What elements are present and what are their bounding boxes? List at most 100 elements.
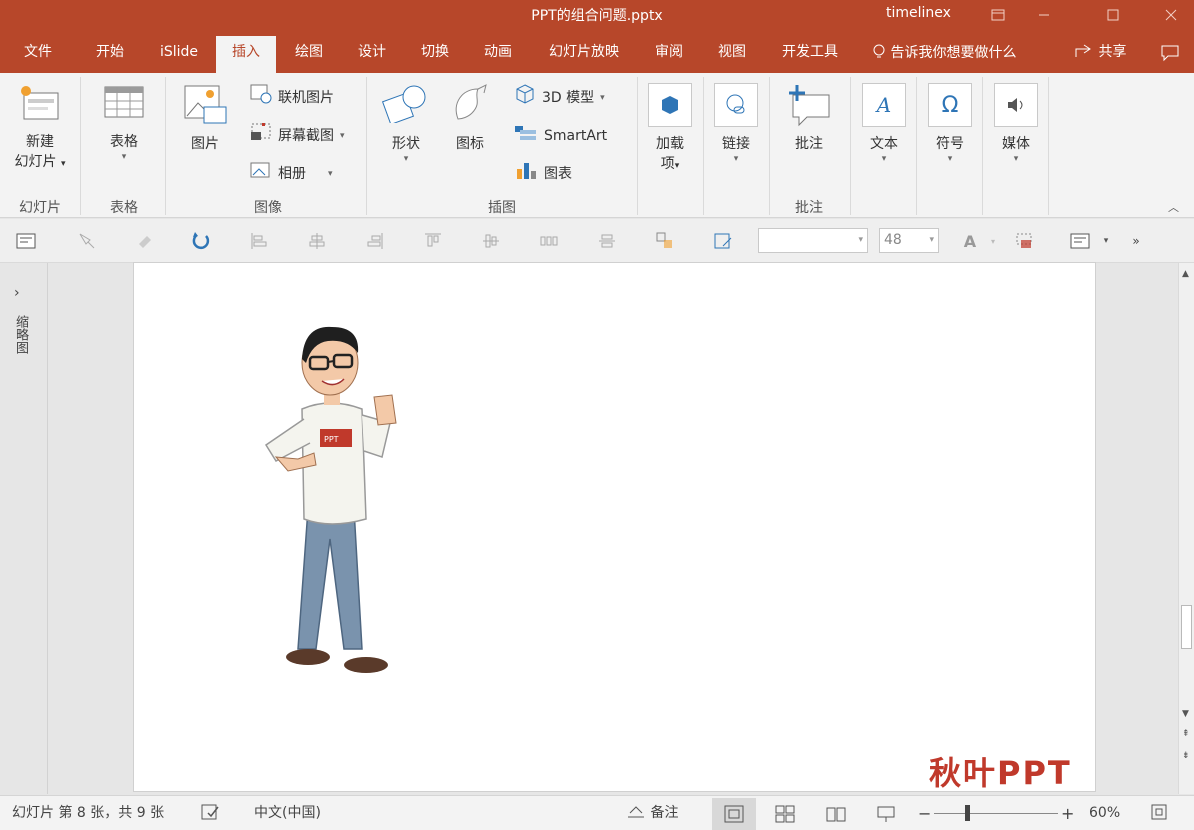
- vertical-scrollbar[interactable]: ▲ ▼ ⇞ ⇟: [1178, 263, 1194, 794]
- symbol-button[interactable]: Ω 符号 ▾: [924, 83, 976, 165]
- scroll-thumb[interactable]: [1181, 605, 1192, 649]
- slide-canvas-area: PPT 秋叶PPT: [49, 263, 1178, 794]
- slideshow-view-button[interactable]: [864, 798, 908, 830]
- slide-sorter-view-button[interactable]: [763, 798, 807, 830]
- comment-button[interactable]: 批注: [780, 83, 838, 153]
- online-picture-button[interactable]: 联机图片: [250, 84, 334, 110]
- table-label: 表格: [110, 134, 138, 150]
- addins-label-2: 项▾: [660, 156, 680, 172]
- tab-developer[interactable]: 开发工具: [772, 36, 848, 73]
- text-box-icon[interactable]: [1070, 231, 1090, 251]
- align-right-icon[interactable]: [365, 231, 385, 251]
- tab-transitions[interactable]: 切换: [409, 36, 461, 73]
- distribute-horizontal-icon[interactable]: [539, 231, 559, 251]
- tab-file[interactable]: 文件: [12, 36, 64, 73]
- tab-animations[interactable]: 动画: [472, 36, 524, 73]
- text-caret: ▾: [881, 154, 887, 164]
- zoom-slider-track[interactable]: [934, 813, 1058, 814]
- user-name[interactable]: timelinex: [886, 5, 951, 21]
- text-box-dropdown-icon[interactable]: ▾: [1096, 231, 1116, 251]
- font-color-icon[interactable]: A: [960, 231, 980, 251]
- previous-slide-icon[interactable]: ⇞: [1182, 729, 1190, 739]
- tab-home[interactable]: 开始: [82, 36, 138, 73]
- tab-design[interactable]: 设计: [346, 36, 398, 73]
- share-button[interactable]: 共享: [1074, 36, 1126, 73]
- brand-logo: 秋叶PPT: [929, 754, 1072, 792]
- model-3d-label: 3D 模型: [542, 90, 595, 106]
- picture-button[interactable]: 图片: [178, 83, 232, 153]
- link-button[interactable]: 链接 ▾: [710, 83, 762, 165]
- scroll-up-icon[interactable]: ▲: [1182, 269, 1189, 279]
- chart-button[interactable]: 图表: [514, 162, 572, 186]
- font-color-dropdown-icon[interactable]: ▾: [983, 231, 1003, 251]
- ribbon-tabs: 文件 开始 iSlide 插入 绘图 设计 切换 动画 幻灯片放映 审阅 视图 …: [0, 36, 1194, 73]
- thumbnail-label[interactable]: 缩略图: [12, 315, 30, 354]
- shape-fill-icon[interactable]: [1015, 231, 1035, 251]
- normal-view-button[interactable]: [712, 798, 756, 830]
- smartart-icon: [514, 122, 538, 150]
- comments-icon[interactable]: [1160, 44, 1180, 66]
- next-slide-icon[interactable]: ⇟: [1182, 751, 1190, 761]
- ribbon-display-icon[interactable]: [975, 0, 1021, 30]
- font-size-combobox[interactable]: 48 ▾: [879, 228, 939, 253]
- scroll-down-icon[interactable]: ▼: [1182, 709, 1189, 719]
- screenshot-icon: [250, 122, 272, 150]
- collapse-ribbon-icon[interactable]: ︿: [1168, 199, 1179, 215]
- tab-draw[interactable]: 绘图: [282, 36, 336, 73]
- tab-islide[interactable]: iSlide: [150, 36, 208, 73]
- tell-me-search[interactable]: 告诉我你想要做什么: [872, 36, 1016, 73]
- align-left-icon[interactable]: [249, 231, 269, 251]
- align-top-icon[interactable]: [423, 231, 443, 251]
- toolbar-overflow-icon[interactable]: »: [1126, 231, 1146, 251]
- group-label-illustrations: 插图: [488, 200, 516, 216]
- media-caret: ▾: [1013, 154, 1019, 164]
- link-caret: ▾: [733, 154, 739, 164]
- spellcheck-icon[interactable]: [200, 796, 222, 830]
- layout-icon[interactable]: [16, 231, 36, 251]
- tab-view[interactable]: 视图: [706, 36, 758, 73]
- album-button[interactable]: 相册 ▾: [250, 162, 333, 186]
- slide[interactable]: PPT 秋叶PPT: [134, 263, 1095, 792]
- text-button[interactable]: A 文本 ▾: [858, 83, 910, 165]
- fit-to-window-icon[interactable]: [1150, 796, 1168, 830]
- align-center-icon[interactable]: [307, 231, 327, 251]
- font-size-dropdown-icon: ▾: [929, 235, 934, 245]
- model-3d-button[interactable]: 3D 模型 ▾: [514, 84, 605, 110]
- reading-view-button[interactable]: [814, 798, 858, 830]
- cartoon-character-image[interactable]: PPT: [258, 319, 418, 679]
- tab-slideshow[interactable]: 幻灯片放映: [538, 36, 630, 73]
- share-label: 共享: [1098, 44, 1127, 60]
- language-indicator[interactable]: 中文(中国): [254, 796, 321, 830]
- close-icon[interactable]: [1148, 0, 1194, 30]
- font-name-combobox[interactable]: ▾: [758, 228, 868, 253]
- media-button[interactable]: 媒体 ▾: [990, 83, 1042, 165]
- zoom-in-icon[interactable]: +: [1061, 796, 1074, 830]
- align-middle-icon[interactable]: [481, 231, 501, 251]
- album-icon: [250, 160, 272, 188]
- rotate-icon[interactable]: [191, 231, 211, 251]
- table-icon: [104, 83, 144, 121]
- smartart-button[interactable]: SmartArt: [514, 124, 607, 148]
- font-size-value: 48: [884, 232, 902, 248]
- save-format-icon[interactable]: [713, 231, 733, 251]
- selection-pane-icon[interactable]: [655, 231, 675, 251]
- notes-button[interactable]: 备注: [626, 796, 678, 830]
- new-slide-button[interactable]: 新建 幻灯片 ▾: [8, 83, 72, 171]
- minimize-icon[interactable]: [1021, 0, 1067, 30]
- icons-button[interactable]: 图标: [444, 83, 496, 153]
- shapes-button[interactable]: 形状 ▾: [378, 83, 434, 165]
- zoom-level[interactable]: 60%: [1089, 796, 1120, 830]
- tab-insert[interactable]: 插入: [216, 36, 276, 73]
- distribute-vertical-icon[interactable]: [597, 231, 617, 251]
- format-painter-icon[interactable]: [76, 231, 96, 251]
- tab-review[interactable]: 审阅: [643, 36, 695, 73]
- table-button[interactable]: 表格 ▾: [96, 83, 152, 163]
- zoom-slider-thumb[interactable]: [965, 805, 970, 821]
- addins-button[interactable]: 加载 项▾: [644, 83, 696, 173]
- zoom-out-icon[interactable]: −: [918, 796, 931, 830]
- eraser-icon[interactable]: [134, 231, 154, 251]
- screenshot-button[interactable]: 屏幕截图 ▾: [250, 122, 345, 150]
- expand-thumbnails-icon[interactable]: ›: [14, 285, 20, 301]
- maximize-icon[interactable]: [1090, 0, 1136, 30]
- online-picture-label: 联机图片: [278, 90, 334, 106]
